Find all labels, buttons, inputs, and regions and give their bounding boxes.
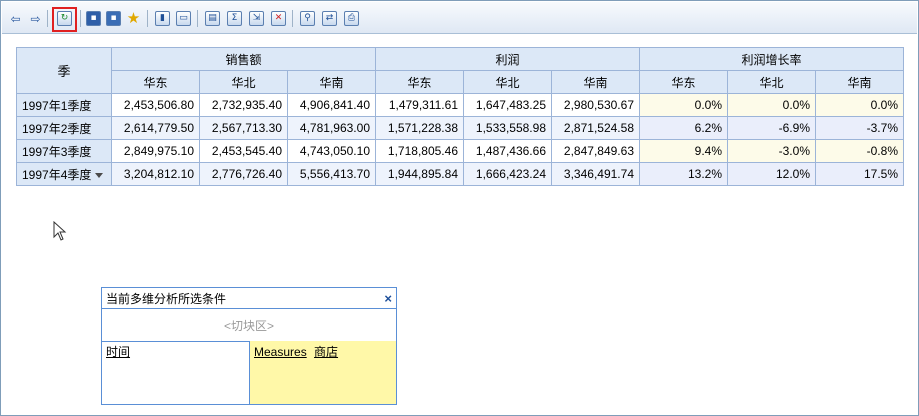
table-row: 1997年2季度 2,614,779.50 2,567,713.30 4,781… bbox=[16, 116, 904, 140]
group-header-profit[interactable]: 利润 bbox=[375, 47, 640, 71]
col-header-north[interactable]: 华北 bbox=[727, 70, 816, 94]
sum-icon[interactable]: Σ bbox=[226, 10, 243, 27]
back-icon[interactable]: ⇦ bbox=[7, 10, 24, 27]
window-icon[interactable]: ▭ bbox=[175, 10, 192, 27]
profit-cell: 3,346,491.74 bbox=[551, 162, 640, 186]
slicer-zone[interactable]: <切块区> bbox=[102, 309, 396, 342]
profit-cell: 1,647,483.25 bbox=[463, 93, 552, 117]
panel-titlebar: 当前多维分析所选条件 × bbox=[102, 288, 396, 309]
forward-icon[interactable]: ⇨ bbox=[27, 10, 44, 27]
save-as-icon[interactable]: ▪ bbox=[105, 10, 122, 27]
profit-cell: 1,487,436.66 bbox=[463, 139, 552, 163]
row-header[interactable]: 1997年3季度 bbox=[16, 139, 112, 163]
col-header-east[interactable]: 华东 bbox=[111, 70, 200, 94]
toolbar-separator bbox=[292, 10, 293, 27]
toolbar-separator bbox=[47, 10, 48, 27]
profit-cell: 2,871,524.58 bbox=[551, 116, 640, 140]
sales-cell: 5,556,413.70 bbox=[287, 162, 376, 186]
row-header-with-dropdown[interactable]: 1997年4季度 bbox=[16, 162, 112, 186]
profit-cell: 2,980,530.67 bbox=[551, 93, 640, 117]
sales-cell: 2,453,506.80 bbox=[111, 93, 200, 117]
panel-body: 时间 Measures 商店 bbox=[102, 341, 396, 404]
sales-cell: 2,453,545.40 bbox=[199, 139, 288, 163]
toolbar-separator bbox=[80, 10, 81, 27]
olap-window: ⇦ ⇨ ↻ ▪ ▪ ★ ▮ ▭ ▤ Σ ⇲ ✕ ⚲ ⇄ ⎙ 季 销售额 利润 利… bbox=[0, 0, 919, 416]
delete-row-icon[interactable]: ✕ bbox=[270, 10, 287, 27]
col-header-south[interactable]: 华南 bbox=[287, 70, 376, 94]
selection-conditions-panel: 当前多维分析所选条件 × <切块区> 时间 Measures 商店 bbox=[101, 287, 397, 405]
panel-title: 当前多维分析所选条件 bbox=[106, 291, 227, 306]
table-row: 1997年4季度 3,204,812.10 2,776,726.40 5,556… bbox=[16, 162, 904, 186]
growth-cell: -0.8% bbox=[815, 139, 904, 163]
sales-cell: 2,614,779.50 bbox=[111, 116, 200, 140]
col-header-east[interactable]: 华东 bbox=[639, 70, 728, 94]
export-icon[interactable]: ▤ bbox=[204, 10, 221, 27]
sales-cell: 2,732,935.40 bbox=[199, 93, 288, 117]
table-row: 1997年1季度 2,453,506.80 2,732,935.40 4,906… bbox=[16, 93, 904, 117]
profit-cell: 1,533,558.98 bbox=[463, 116, 552, 140]
refresh-highlight-box bbox=[52, 7, 77, 32]
growth-cell: 9.4% bbox=[639, 139, 728, 163]
search-icon[interactable]: ⚲ bbox=[299, 10, 316, 27]
row-header[interactable]: 1997年2季度 bbox=[16, 116, 112, 140]
group-header-sales[interactable]: 销售额 bbox=[111, 47, 376, 71]
profit-cell: 1,944,895.84 bbox=[375, 162, 464, 186]
sales-cell: 2,849,975.10 bbox=[111, 139, 200, 163]
sales-cell: 4,906,841.40 bbox=[287, 93, 376, 117]
time-dimension-link[interactable]: 时间 bbox=[106, 345, 130, 359]
growth-cell: 12.0% bbox=[727, 162, 816, 186]
toolbar-separator bbox=[147, 10, 148, 27]
growth-cell: -6.9% bbox=[727, 116, 816, 140]
col-header-north[interactable]: 华北 bbox=[463, 70, 552, 94]
col-header-east[interactable]: 华东 bbox=[375, 70, 464, 94]
growth-cell: -3.0% bbox=[727, 139, 816, 163]
mouse-pointer-icon bbox=[53, 221, 67, 241]
profit-cell: 1,718,805.46 bbox=[375, 139, 464, 163]
column-axis-zone[interactable]: Measures 商店 bbox=[250, 341, 396, 404]
growth-cell: 0.0% bbox=[639, 93, 728, 117]
profit-cell: 2,847,849.63 bbox=[551, 139, 640, 163]
sales-cell: 4,743,050.10 bbox=[287, 139, 376, 163]
table-row: 1997年3季度 2,849,975.10 2,453,545.40 4,743… bbox=[16, 139, 904, 163]
toolbar-separator bbox=[197, 10, 198, 27]
favorite-icon[interactable]: ★ bbox=[125, 10, 142, 27]
swap-axes-icon[interactable]: ⇄ bbox=[321, 10, 338, 27]
toolbar: ⇦ ⇨ ↻ ▪ ▪ ★ ▮ ▭ ▤ Σ ⇲ ✕ ⚲ ⇄ ⎙ bbox=[2, 2, 917, 34]
col-header-south[interactable]: 华南 bbox=[815, 70, 904, 94]
growth-cell: 0.0% bbox=[727, 93, 816, 117]
row-dimension-header[interactable]: 季 bbox=[16, 47, 112, 94]
dropdown-arrow-icon[interactable] bbox=[95, 172, 104, 178]
save-icon[interactable]: ▪ bbox=[85, 10, 102, 27]
chart-icon[interactable]: ▮ bbox=[154, 10, 171, 27]
col-header-south[interactable]: 华南 bbox=[551, 70, 640, 94]
profit-cell: 1,666,423.24 bbox=[463, 162, 552, 186]
sales-cell: 3,204,812.10 bbox=[111, 162, 200, 186]
growth-cell: -3.7% bbox=[815, 116, 904, 140]
measures-link[interactable]: Measures bbox=[254, 345, 307, 359]
row-header[interactable]: 1997年1季度 bbox=[16, 93, 112, 117]
profit-cell: 1,479,311.61 bbox=[375, 93, 464, 117]
store-link[interactable]: 商店 bbox=[314, 345, 338, 359]
sales-cell: 4,781,963.00 bbox=[287, 116, 376, 140]
row-axis-zone[interactable]: 时间 bbox=[102, 341, 250, 404]
pivot-table: 季 销售额 利润 利润增长率 华东 华北 华南 华东 华北 华南 华东 华北 华… bbox=[16, 47, 904, 186]
group-header-growth[interactable]: 利润增长率 bbox=[639, 47, 904, 71]
col-header-north[interactable]: 华北 bbox=[199, 70, 288, 94]
sales-cell: 2,776,726.40 bbox=[199, 162, 288, 186]
growth-cell: 6.2% bbox=[639, 116, 728, 140]
print-icon[interactable]: ⎙ bbox=[343, 10, 360, 27]
drill-icon[interactable]: ⇲ bbox=[248, 10, 265, 27]
sales-cell: 2,567,713.30 bbox=[199, 116, 288, 140]
growth-cell: 0.0% bbox=[815, 93, 904, 117]
profit-cell: 1,571,228.38 bbox=[375, 116, 464, 140]
growth-cell: 17.5% bbox=[815, 162, 904, 186]
close-icon[interactable]: × bbox=[384, 291, 392, 306]
growth-cell: 13.2% bbox=[639, 162, 728, 186]
row-header-label: 1997年4季度 bbox=[22, 167, 92, 182]
